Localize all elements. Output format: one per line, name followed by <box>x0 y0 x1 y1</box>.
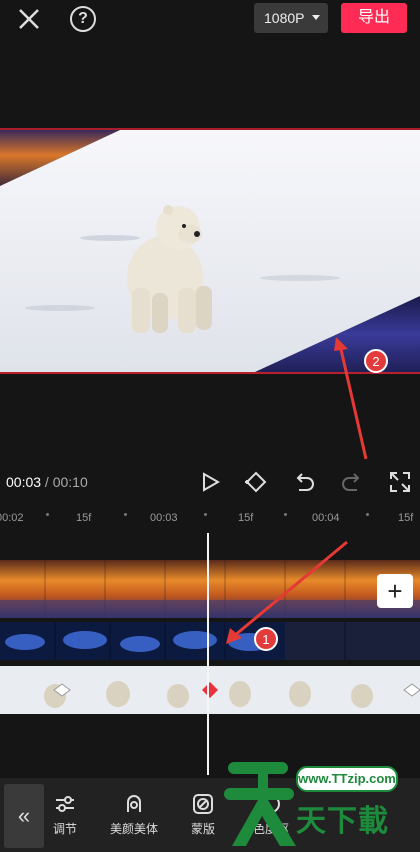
sunset-clip-track[interactable] <box>0 560 420 618</box>
ruler-label: 00:02 <box>0 512 24 524</box>
beauty-tool-label: 美颜美体 <box>109 822 158 836</box>
ruler-tick <box>204 513 207 516</box>
ruler-label: 15f <box>238 512 254 524</box>
playhead[interactable] <box>207 533 209 775</box>
annotation-marker-1: 1 <box>254 627 278 651</box>
export-button[interactable]: 导出 <box>341 3 407 33</box>
current-time: 00:03 <box>6 474 42 490</box>
ruler-tick <box>124 513 127 516</box>
beauty-face-icon <box>127 795 141 812</box>
ruler-label: 00:04 <box>312 512 340 524</box>
total-time: 00:10 <box>52 474 88 490</box>
site-logo-mark <box>224 762 296 846</box>
keyframe-icon[interactable] <box>242 468 270 496</box>
site-url: www.TTzip.com <box>296 766 398 792</box>
undo-icon[interactable] <box>290 468 318 496</box>
top-bar: ? 1080P 导出 <box>0 0 420 40</box>
ruler-label: 00:03 <box>150 512 178 524</box>
annotation-arrow-1 <box>226 540 348 644</box>
timeline-ruler[interactable]: 00:02 15f 00:03 15f 00:04 15f <box>0 510 420 528</box>
adjust-tool[interactable]: 调节 <box>30 790 100 846</box>
help-icon[interactable]: ? <box>70 6 96 32</box>
adjust-tool-label: 调节 <box>52 822 77 836</box>
mask-tool-label: 蒙版 <box>190 822 215 836</box>
resolution-dropdown[interactable]: 1080P <box>254 3 328 33</box>
preview-top-border <box>0 128 420 130</box>
beauty-tool[interactable]: 美颜美体 <box>99 790 169 846</box>
close-icon[interactable] <box>14 4 44 34</box>
site-name: 天下載 <box>296 805 389 838</box>
ruler-tick <box>366 513 369 516</box>
chevron-down-icon <box>312 15 320 20</box>
adjust-sliders-icon <box>56 796 74 812</box>
ruler-tick <box>284 513 287 516</box>
play-icon[interactable] <box>196 468 224 496</box>
redo-icon[interactable] <box>338 468 366 496</box>
ruler-label: 15f <box>398 512 414 524</box>
ruler-tick <box>46 513 49 516</box>
resolution-label: 1080P <box>264 10 305 26</box>
mask-icon <box>193 794 213 814</box>
annotation-marker-2: 2 <box>364 349 388 373</box>
fullscreen-icon[interactable] <box>386 468 414 496</box>
time-separator: / <box>41 474 53 490</box>
night-clip-track[interactable] <box>0 622 420 660</box>
timecode: 00:03 / 00:10 <box>6 474 88 490</box>
add-clip-button[interactable]: + <box>377 574 413 608</box>
ruler-label: 15f <box>76 512 92 524</box>
main-video-track[interactable] <box>0 666 420 714</box>
